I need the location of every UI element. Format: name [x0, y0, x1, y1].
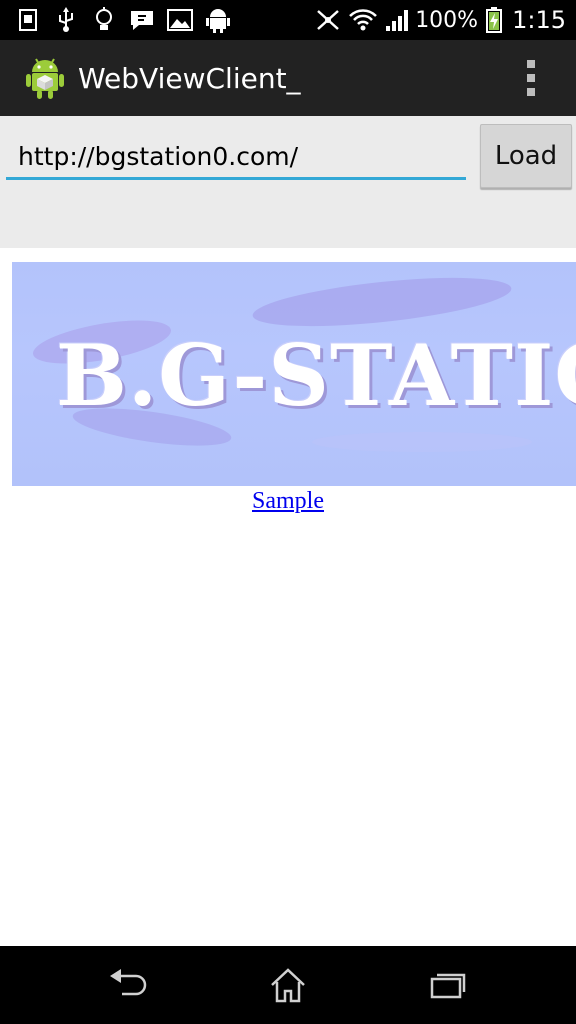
action-bar: WebViewClient_	[0, 40, 576, 116]
chat-icon	[128, 6, 156, 34]
screen: 100% 1:15 WebViewClient_ http://bgstatio…	[0, 0, 576, 1024]
system-status-icons: 100% 1:15	[307, 4, 566, 36]
webview[interactable]: B.G-STATIO Sample	[0, 248, 576, 946]
notification-icons	[14, 6, 242, 34]
overflow-dot	[527, 60, 535, 68]
site-banner-image: B.G-STATIO	[12, 262, 576, 486]
android-app-icon[interactable]	[24, 56, 66, 100]
back-icon[interactable]	[98, 962, 158, 1008]
clock: 1:15	[512, 6, 566, 34]
home-icon[interactable]	[258, 962, 318, 1008]
overflow-dot	[527, 88, 535, 96]
signal-icon	[385, 6, 411, 34]
url-bar: Load	[0, 116, 576, 248]
load-button[interactable]: Load	[480, 124, 572, 188]
url-input[interactable]	[6, 136, 466, 180]
sim-card-icon	[14, 6, 42, 34]
sample-link[interactable]: Sample	[0, 488, 576, 515]
lightbulb-icon	[90, 6, 118, 34]
nav-bar	[0, 946, 576, 1024]
banner-logo-text: B.G-STATIO	[56, 326, 576, 425]
overflow-menu-icon[interactable]	[516, 60, 546, 96]
android-debug-icon	[204, 6, 232, 34]
app-title: WebViewClient_	[78, 62, 301, 95]
battery-percent: 100%	[415, 7, 479, 33]
wifi-icon	[349, 6, 378, 34]
status-bar: 100% 1:15	[0, 0, 576, 40]
recent-apps-icon[interactable]	[418, 962, 478, 1008]
usb-icon	[52, 6, 80, 34]
battery-charging-icon	[486, 6, 503, 34]
overflow-dot	[527, 74, 535, 82]
banner-cloud	[312, 432, 532, 452]
no-nfc-icon	[315, 6, 341, 34]
gallery-icon	[166, 6, 194, 34]
